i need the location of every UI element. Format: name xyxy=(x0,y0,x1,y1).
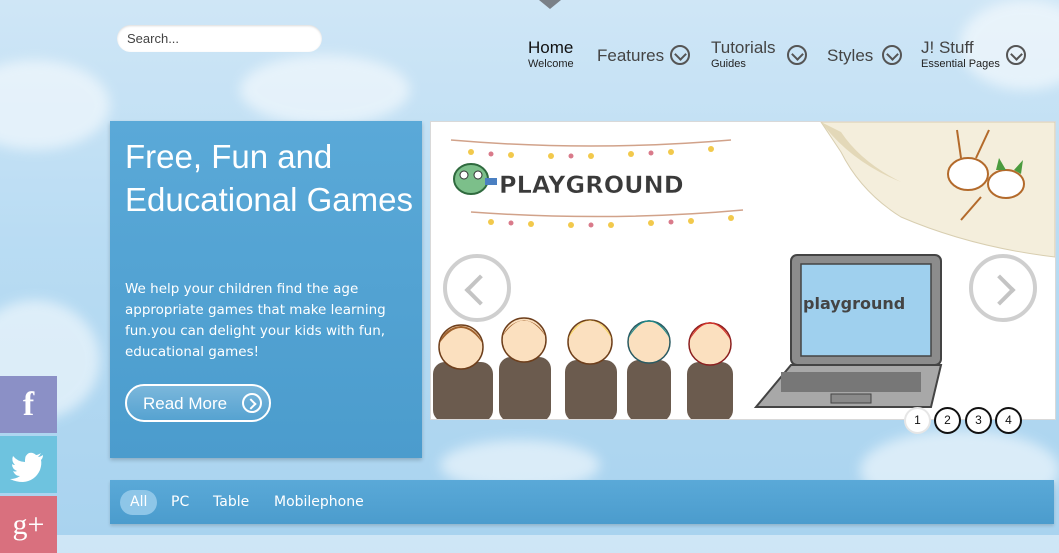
nav-item-label: Features xyxy=(597,46,665,65)
laptop-screen-text: playground xyxy=(803,294,905,313)
slider-page-1[interactable]: 1 xyxy=(904,407,931,434)
laptop-illustration xyxy=(753,254,943,408)
nav-item-label: Styles xyxy=(827,46,874,65)
slider-next-button[interactable] xyxy=(969,254,1037,322)
hero-description: We help your children find the age appro… xyxy=(125,281,386,360)
chevron-down-icon[interactable] xyxy=(1006,45,1026,65)
banner-text: PLAYGROUND xyxy=(499,171,684,199)
facebook-icon: f xyxy=(22,386,35,423)
nav-item-sublabel: Essential Pages xyxy=(921,58,1000,70)
google-plus-icon: g+ xyxy=(12,508,45,541)
nav-item-sublabel: Guides xyxy=(711,58,746,70)
nav-item-label: Home xyxy=(528,38,574,57)
filter-mobilephone[interactable]: Mobilephone xyxy=(274,490,364,515)
hero-title: Free, Fun and Educational Games xyxy=(125,138,413,218)
filter-all[interactable]: All xyxy=(120,490,158,515)
filter-table[interactable]: Table xyxy=(213,490,249,515)
chevron-down-icon[interactable] xyxy=(882,45,902,65)
image-slider[interactable]: PLAYGROUND playground xyxy=(430,121,1056,420)
cloud-decoration xyxy=(0,60,110,150)
children-illustration xyxy=(433,317,733,419)
google-plus-button[interactable]: g+ xyxy=(0,496,57,553)
search-input[interactable] xyxy=(117,25,322,52)
top-arrow-indicator xyxy=(539,0,561,9)
read-more-button[interactable]: Read More xyxy=(125,384,271,422)
chevron-down-icon[interactable] xyxy=(670,45,690,65)
nav-item-features[interactable]: Features xyxy=(597,46,664,66)
playground-illustration: PLAYGROUND playground xyxy=(433,122,1055,419)
slider-page-4[interactable]: 4 xyxy=(995,407,1022,434)
twitter-icon xyxy=(10,452,43,482)
slider-prev-button[interactable] xyxy=(443,254,511,322)
nav-item-sublabel: Welcome xyxy=(528,58,574,70)
facebook-button[interactable]: f xyxy=(0,376,57,433)
chevron-right-icon xyxy=(242,393,262,413)
read-more-label: Read More xyxy=(143,394,228,413)
monster-illustration xyxy=(453,163,497,195)
cloud-decoration xyxy=(240,55,410,125)
slider-page-3[interactable]: 3 xyxy=(965,407,992,434)
nav-item-home[interactable]: Home Welcome xyxy=(528,38,574,70)
category-filter-bar: All PC Table Mobilephone xyxy=(110,480,1054,524)
chevron-down-icon[interactable] xyxy=(787,45,807,65)
nav-item-label: Tutorials xyxy=(711,38,776,57)
filter-pc[interactable]: PC xyxy=(171,490,189,515)
hero-panel: Free, Fun and Educational Games We help … xyxy=(110,121,422,458)
twitter-button[interactable] xyxy=(0,436,57,493)
slider-page-2[interactable]: 2 xyxy=(934,407,961,434)
nav-item-tutorials[interactable]: Tutorials Guides xyxy=(711,38,776,70)
nav-item-label: J! Stuff xyxy=(921,38,974,57)
nav-item-j-stuff[interactable]: J! Stuff Essential Pages xyxy=(921,38,1000,70)
nav-item-styles[interactable]: Styles xyxy=(827,46,873,66)
